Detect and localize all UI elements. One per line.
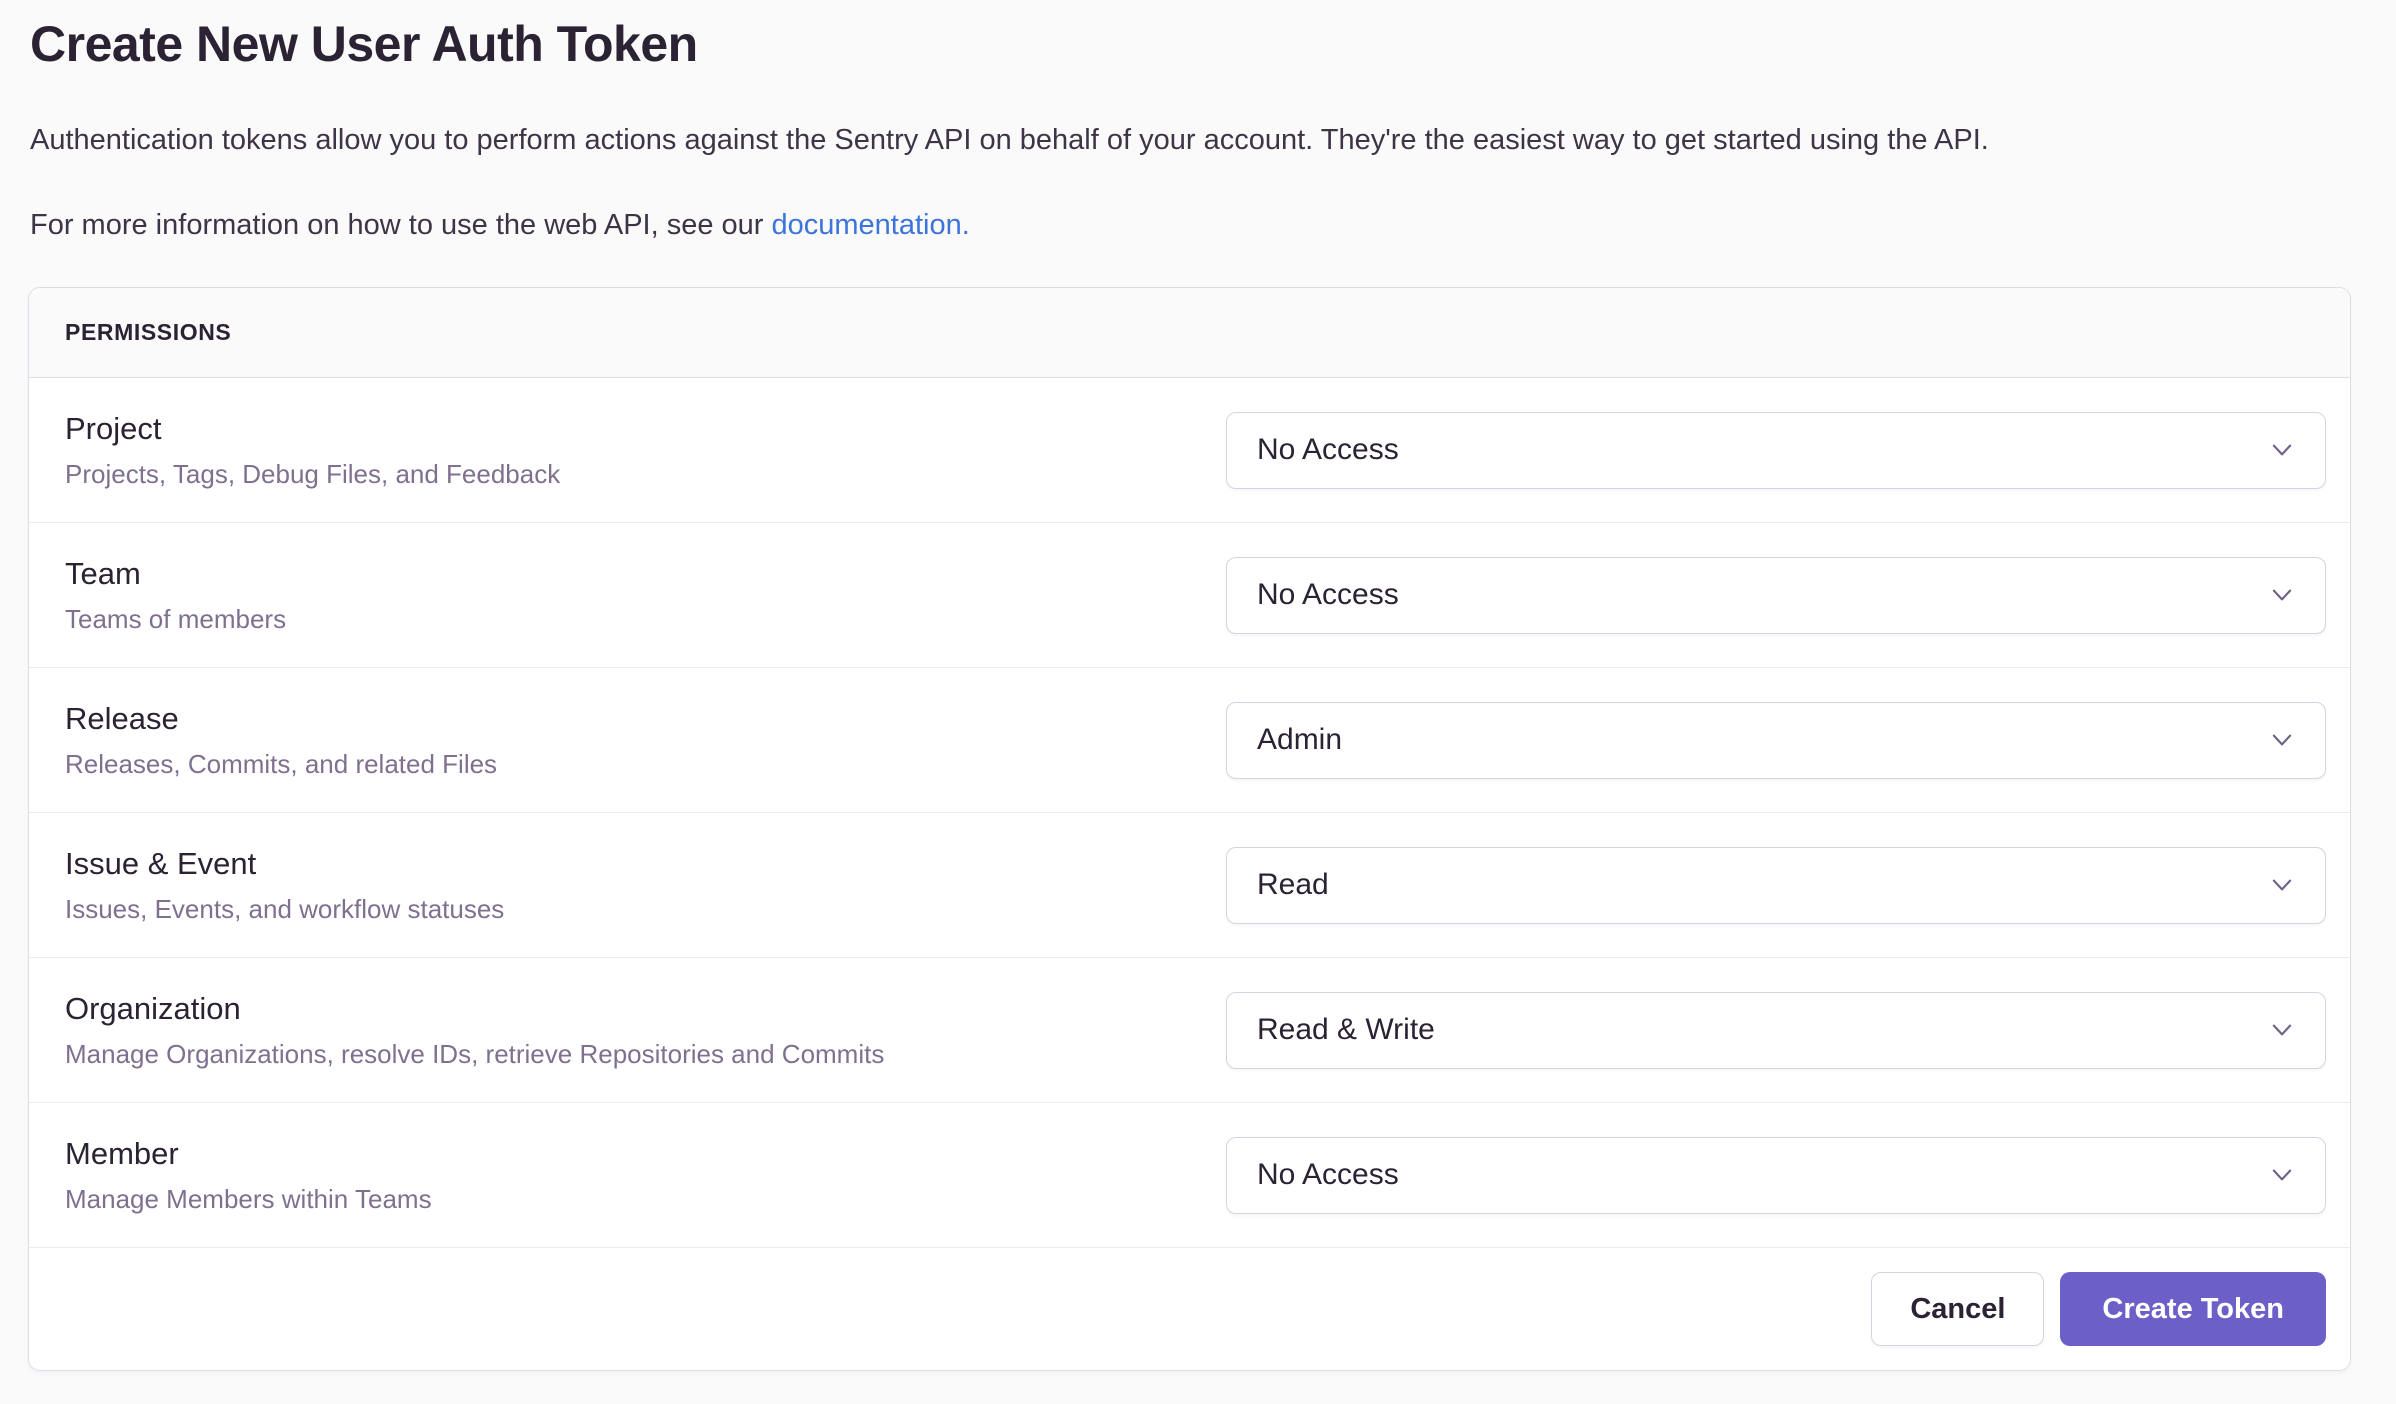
team-access-select[interactable]: No Access (1226, 557, 2326, 634)
permissions-header-label: PERMISSIONS (65, 319, 231, 346)
page-title: Create New User Auth Token (30, 14, 2396, 74)
chevron-down-icon (2267, 580, 2297, 610)
permission-description: Teams of members (65, 603, 286, 636)
release-access-select[interactable]: Admin (1226, 702, 2326, 779)
permission-row-team: Team Teams of members No Access (29, 523, 2350, 668)
permission-name: Release (65, 700, 497, 739)
chevron-down-icon (2267, 1015, 2297, 1045)
permission-description: Projects, Tags, Debug Files, and Feedbac… (65, 458, 560, 491)
permission-name: Member (65, 1135, 432, 1174)
organization-access-select[interactable]: Read & Write (1226, 992, 2326, 1069)
permissions-panel: PERMISSIONS Project Projects, Tags, Debu… (28, 287, 2351, 1371)
documentation-link[interactable]: documentation (772, 209, 962, 241)
permission-name: Team (65, 555, 286, 594)
permission-row-release: Release Releases, Commits, and related F… (29, 668, 2350, 813)
permission-row-project: Project Projects, Tags, Debug Files, and… (29, 378, 2350, 523)
permission-description: Releases, Commits, and related Files (65, 748, 497, 781)
permission-row-issue-event: Issue & Event Issues, Events, and workfl… (29, 813, 2350, 958)
select-value: Admin (1257, 723, 1342, 757)
permission-description: Manage Members within Teams (65, 1183, 432, 1216)
more-info-text: For more information on how to use the w… (30, 207, 2396, 243)
panel-footer: Cancel Create Token (29, 1248, 2350, 1370)
permission-row-member: Member Manage Members within Teams No Ac… (29, 1103, 2350, 1248)
select-value: Read (1257, 868, 1329, 902)
select-value: No Access (1257, 433, 1399, 467)
permission-description: Issues, Events, and workflow statuses (65, 893, 504, 926)
select-value: Read & Write (1257, 1013, 1435, 1047)
create-token-button[interactable]: Create Token (2060, 1272, 2326, 1346)
select-value: No Access (1257, 1158, 1399, 1192)
select-value: No Access (1257, 578, 1399, 612)
permission-name: Issue & Event (65, 845, 504, 884)
project-access-select[interactable]: No Access (1226, 412, 2326, 489)
chevron-down-icon (2267, 870, 2297, 900)
create-auth-token-page: Create New User Auth Token Authenticatio… (0, 0, 2396, 1404)
issue-event-access-select[interactable]: Read (1226, 847, 2326, 924)
intro-text: Authentication tokens allow you to perfo… (30, 122, 2396, 158)
permission-name: Project (65, 410, 560, 449)
more-info-suffix: . (962, 209, 970, 241)
permissions-panel-header: PERMISSIONS (29, 288, 2350, 378)
permission-name: Organization (65, 990, 884, 1029)
permission-row-organization: Organization Manage Organizations, resol… (29, 958, 2350, 1103)
permission-description: Manage Organizations, resolve IDs, retri… (65, 1038, 884, 1071)
chevron-down-icon (2267, 1160, 2297, 1190)
more-info-prefix: For more information on how to use the w… (30, 209, 772, 241)
cancel-button[interactable]: Cancel (1871, 1272, 2044, 1346)
member-access-select[interactable]: No Access (1226, 1137, 2326, 1214)
chevron-down-icon (2267, 435, 2297, 465)
chevron-down-icon (2267, 725, 2297, 755)
